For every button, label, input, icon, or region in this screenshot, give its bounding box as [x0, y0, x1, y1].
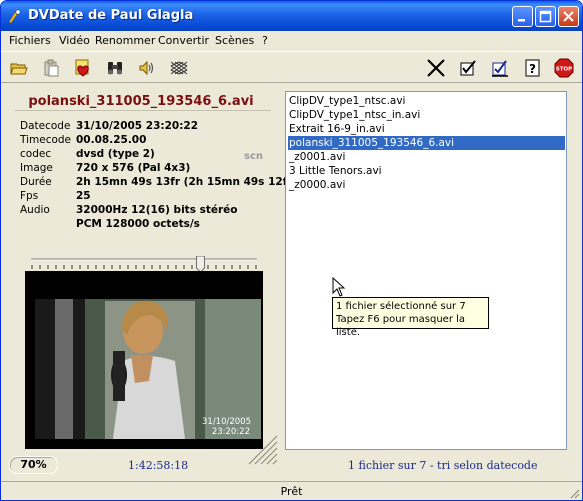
close-icon [563, 11, 574, 22]
app-window: DVDate de Paul Glagla Fichiers Vidéo Ren… [0, 0, 583, 501]
edit-check-icon[interactable] [490, 58, 510, 78]
time-display: 1:42:58:18 [128, 459, 189, 472]
duree-label: Durée [20, 176, 52, 188]
menu-renommer[interactable]: Renommer [95, 34, 155, 47]
heart-bookmark-icon[interactable] [73, 58, 93, 78]
divider [15, 110, 271, 111]
timecode-label: Timecode [20, 134, 72, 146]
menu-bar: Fichiers Vidéo Renommer Convertir Scènes… [1, 31, 582, 50]
menu-help[interactable]: ? [262, 34, 268, 47]
open-folder-icon[interactable] [9, 58, 29, 78]
window-title: DVDate de Paul Glagla [28, 8, 194, 23]
menu-fichiers[interactable]: Fichiers [9, 34, 51, 47]
list-item[interactable]: ClipDV_type1_ntsc_in.avi [288, 108, 565, 122]
binoculars-icon[interactable] [105, 58, 125, 78]
image-label: Image [20, 162, 53, 174]
datecode-value: 31/10/2005 23:20:22 [76, 120, 199, 132]
check-icon[interactable] [458, 58, 478, 78]
list-item[interactable]: _z0001.avi [288, 150, 565, 164]
maximize-button[interactable] [535, 6, 556, 27]
file-list[interactable]: ClipDV_type1_ntsc.avi ClipDV_type1_ntsc_… [285, 91, 567, 450]
mouse-cursor-icon [332, 277, 346, 297]
tooltip-line1: 1 fichier sélectionné sur 7 [336, 301, 466, 312]
menu-convertir[interactable]: Convertir [158, 34, 209, 47]
list-item[interactable]: Extrait 16-9_in.avi [288, 122, 565, 136]
duree-value: 2h 15mn 49s 13fr (2h 15mn 49s 12fr) [76, 176, 298, 188]
status-bar: Prêt [1, 481, 582, 500]
fps-label: Fps [20, 190, 39, 202]
menu-scenes[interactable]: Scènes [215, 34, 254, 47]
video-frame[interactable]: 31/10/2005 23:20:22 [25, 271, 263, 449]
codec-label: codec [20, 148, 52, 160]
stop-icon[interactable]: STOP [554, 58, 574, 78]
list-item[interactable]: 3 Little Tenors.avi [288, 164, 565, 178]
menu-video[interactable]: Vidéo [59, 34, 90, 47]
grid-icon[interactable] [169, 58, 189, 78]
fps-value: 25 [76, 190, 91, 202]
audio-label: Audio [20, 204, 50, 216]
tooltip: 1 fichier sélectionné sur 7 Tapez F6 pou… [332, 297, 489, 338]
scn-label[interactable]: scn [244, 151, 263, 162]
minimize-button[interactable] [512, 6, 533, 27]
image-value: 720 x 576 (Pal 4x3) [76, 162, 191, 174]
x-cross-icon[interactable] [426, 58, 446, 78]
stop-label: STOP [556, 67, 572, 73]
video-stamp-time: 23:20:22 [211, 427, 250, 437]
video-stamp-date: 31/10/2005 [202, 417, 251, 427]
list-item[interactable]: ClipDV_type1_ntsc.avi [288, 94, 565, 108]
maximize-icon [539, 10, 552, 23]
help-icon[interactable]: ? [523, 58, 543, 78]
title-bar[interactable]: DVDate de Paul Glagla [1, 1, 582, 31]
slider-ticks [31, 265, 257, 269]
close-button[interactable] [558, 6, 579, 27]
list-item-selected[interactable]: polanski_311005_193546_6.avi [288, 136, 565, 150]
tooltip-line2: Tapez F6 pour masquer la liste. [336, 314, 466, 338]
paste-icon[interactable] [41, 58, 61, 78]
slider-thumb[interactable] [196, 256, 205, 273]
timecode-value: 00.08.25.00 [76, 134, 147, 146]
status-text: Prêt [280, 485, 303, 498]
codec-value: dvsd (type 2) [76, 148, 155, 160]
current-filename: polanski_311005_193546_6.avi [28, 94, 254, 109]
minimize-icon [518, 19, 525, 22]
audio-value: 32000Hz 12(16) bits stéréo [76, 204, 238, 216]
toolbar: ? STOP [1, 51, 582, 83]
resize-grip-icon[interactable] [568, 487, 580, 499]
zoom-badge[interactable]: 70% [9, 456, 58, 474]
speaker-icon[interactable] [137, 58, 157, 78]
info-row: 70% 1:42:58:18 1 fichier sur 7 - tri sel… [1, 456, 582, 478]
list-item[interactable]: _z0000.avi [288, 178, 565, 192]
audio-pcm-value: PCM 128000 octets/s [76, 218, 200, 230]
datecode-label: Datecode [20, 120, 71, 132]
app-icon [8, 9, 21, 24]
svg-text:?: ? [529, 62, 536, 76]
selection-info: 1 fichier sur 7 - tri selon datecode [348, 459, 538, 472]
